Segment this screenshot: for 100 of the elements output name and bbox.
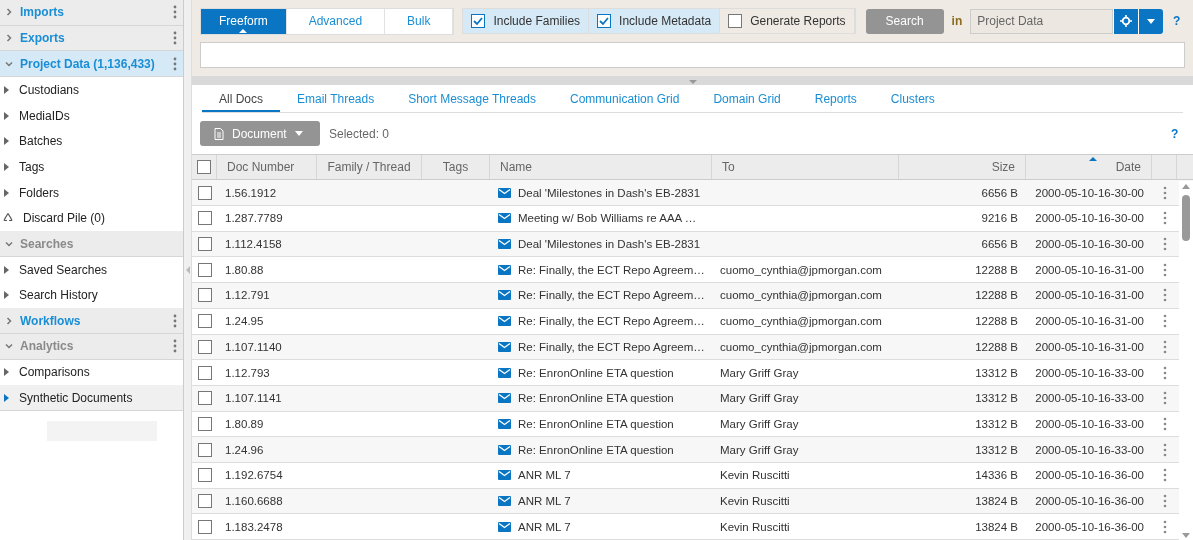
sidebar-section[interactable]: Analytics: [0, 333, 183, 360]
option-checkbox[interactable]: Include Families: [463, 9, 590, 33]
row-checkbox[interactable]: [197, 391, 212, 406]
envelope-icon: [498, 316, 511, 327]
row-menu-button[interactable]: [1162, 262, 1167, 277]
row-checkbox[interactable]: [197, 493, 212, 508]
table-cell: Mary Griff Gray: [720, 366, 799, 379]
sidebar-section[interactable]: Exports: [0, 25, 183, 52]
table-cell: Kevin Ruscitti: [720, 469, 790, 482]
column-header[interactable]: To: [712, 155, 899, 180]
sidebar-section[interactable]: Workflows: [0, 308, 183, 334]
row-menu-button[interactable]: [1162, 493, 1167, 508]
table-cell: 1.112.4158: [225, 238, 282, 251]
row-checkbox[interactable]: [197, 288, 212, 303]
dropdown-button[interactable]: [1138, 8, 1163, 34]
collapse-icon[interactable]: [688, 80, 697, 86]
more-icon[interactable]: [173, 31, 177, 46]
checkbox[interactable]: [471, 14, 486, 28]
row-checkbox[interactable]: [197, 442, 212, 457]
table-cell: 1.192.6754: [225, 469, 283, 482]
row-menu-button[interactable]: [1162, 185, 1167, 200]
column-header[interactable]: Date: [1026, 155, 1152, 180]
table-cell: Meeting w/ Bob Williams re AAA …: [518, 212, 697, 225]
row-menu-button[interactable]: [1162, 442, 1167, 457]
table-cell: ANR ML 7: [518, 469, 571, 482]
row-menu-button[interactable]: [1162, 237, 1167, 252]
row-menu-button[interactable]: [1162, 519, 1167, 534]
scope-field[interactable]: Project Data: [970, 8, 1113, 34]
option-checkbox[interactable]: Include Metadata: [589, 9, 721, 33]
checkbox[interactable]: [728, 14, 743, 28]
column-header[interactable]: Doc Number: [217, 155, 317, 180]
checkbox[interactable]: [597, 14, 612, 28]
view-tab[interactable]: Short Message Threads: [391, 87, 554, 112]
table-cell: Mary Griff Gray: [720, 417, 799, 430]
more-icon[interactable]: [173, 56, 177, 71]
row-checkbox[interactable]: [197, 237, 212, 252]
envelope-icon: [498, 367, 511, 378]
row-checkbox[interactable]: [197, 262, 212, 277]
row-menu-button[interactable]: [1162, 288, 1167, 303]
column-header[interactable]: Tags: [422, 155, 490, 180]
help-link[interactable]: ?: [1171, 126, 1183, 141]
mode-tab[interactable]: Freeform: [201, 8, 287, 34]
table-cell: 9216 B: [981, 212, 1018, 225]
query-field[interactable]: [200, 42, 1185, 68]
row-checkbox[interactable]: [197, 468, 212, 483]
sidebar-section[interactable]: Imports: [0, 0, 183, 26]
view-tab[interactable]: Email Threads: [280, 87, 392, 112]
envelope-icon: [498, 444, 511, 455]
row-checkbox[interactable]: [197, 211, 212, 226]
table-cell: Re: EnronOnline ETA question: [518, 392, 674, 405]
option-label: Generate Reports: [750, 14, 846, 28]
view-tab[interactable]: Communication Grid: [553, 87, 697, 112]
row-menu-button[interactable]: [1162, 391, 1167, 406]
row-menu-button[interactable]: [1162, 416, 1167, 431]
triangle-right-icon: [4, 368, 10, 377]
row-checkbox[interactable]: [197, 519, 212, 534]
select-all-checkbox[interactable]: [197, 160, 211, 175]
column-header[interactable]: Family / Thread: [317, 155, 422, 180]
column-header[interactable]: Name: [490, 155, 712, 180]
table-cell: ANR ML 7: [518, 494, 571, 507]
row-checkbox[interactable]: [197, 185, 212, 200]
row-menu-button[interactable]: [1162, 314, 1167, 329]
envelope-icon: [498, 341, 511, 352]
row-checkbox[interactable]: [197, 365, 212, 380]
table-cell: 13312 B: [975, 443, 1018, 456]
table-cell: ANR ML 7: [518, 520, 571, 533]
row-checkbox[interactable]: [197, 314, 212, 329]
row-menu-button[interactable]: [1162, 468, 1167, 483]
table-cell: Re: Finally, the ECT Repo Agreem…: [518, 340, 705, 353]
view-tab[interactable]: Domain Grid: [696, 87, 798, 112]
table-cell: Re: Finally, the ECT Repo Agreem…: [518, 289, 705, 302]
table-cell: 2000-05-10-16-30-00: [1035, 238, 1144, 251]
chevron-right-icon: [4, 33, 14, 44]
view-tab[interactable]: All Docs: [202, 87, 280, 112]
caret-icon: [1147, 18, 1155, 24]
column-header[interactable]: Size: [899, 155, 1026, 180]
row-menu-button[interactable]: [1162, 365, 1167, 380]
sidebar-section[interactable]: Project Data (1,136,433): [0, 51, 183, 78]
more-icon[interactable]: [173, 339, 177, 354]
sidebar-item[interactable]: Synthetic Documents: [0, 385, 183, 411]
table-cell: 1.24.96: [225, 443, 264, 456]
table-cell: 2000-05-10-16-33-00: [1035, 417, 1144, 430]
help-link[interactable]: ?: [1173, 14, 1185, 28]
view-tab[interactable]: Reports: [797, 87, 874, 112]
row-menu-button[interactable]: [1162, 211, 1167, 226]
row-checkbox[interactable]: [197, 416, 212, 431]
table-cell: 14336 B: [975, 469, 1018, 482]
sidebar-section[interactable]: Searches: [0, 231, 183, 257]
target-button[interactable]: [1113, 8, 1138, 34]
row-checkbox[interactable]: [197, 339, 212, 354]
table-cell: cuomo_cynthia@jpmorgan.com: [720, 315, 882, 328]
table-cell: Re: EnronOnline ETA question: [518, 417, 674, 430]
row-menu-button[interactable]: [1162, 339, 1167, 354]
more-icon[interactable]: [173, 5, 177, 20]
view-tab[interactable]: Clusters: [873, 87, 952, 112]
table-cell: 2000-05-10-16-36-00: [1035, 469, 1144, 482]
more-icon[interactable]: [173, 313, 177, 328]
table-cell: Deal 'Milestones in Dash's EB-2831: [518, 186, 701, 199]
table-cell: 2000-05-10-16-33-00: [1035, 392, 1144, 405]
envelope-icon: [498, 470, 511, 481]
